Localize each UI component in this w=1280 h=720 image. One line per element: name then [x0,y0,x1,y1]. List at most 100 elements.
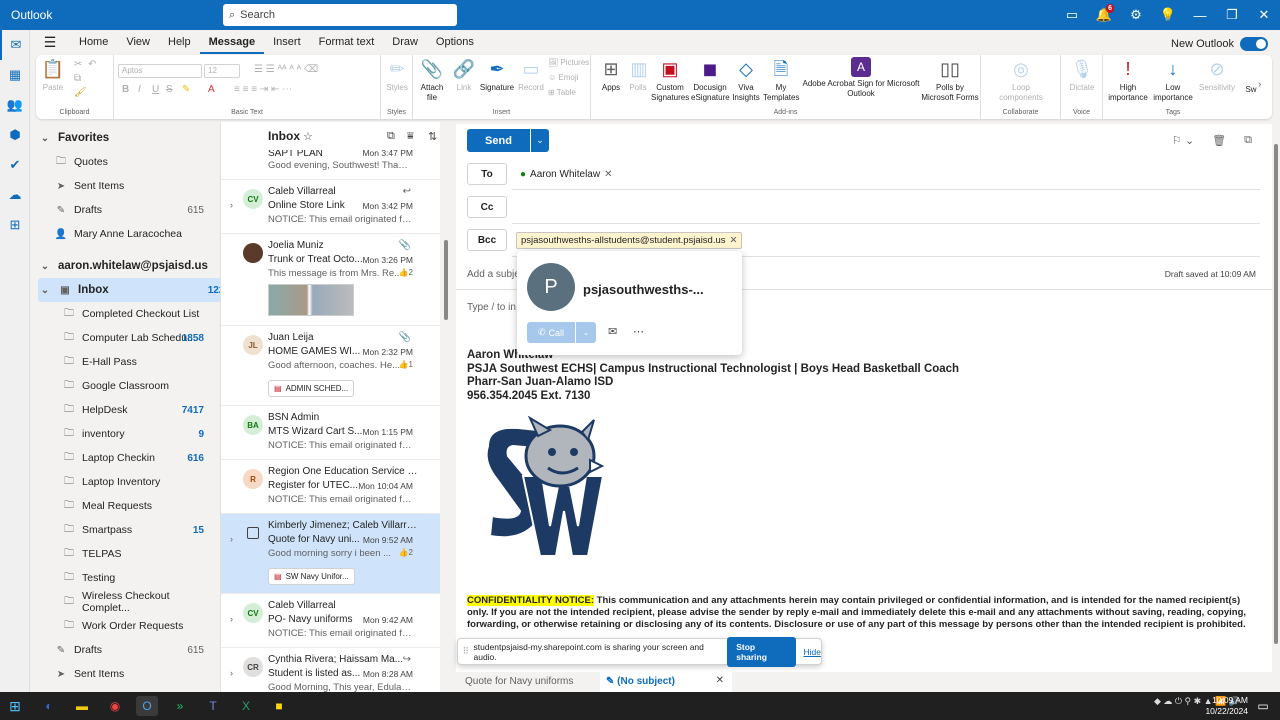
attachment-chip[interactable]: ▤ SW Navy Unifor... [268,568,355,585]
docusign-button[interactable]: ◼ Docusign eSignature [691,57,730,103]
cut-icon[interactable]: ✂ [74,59,82,70]
strikethrough-icon[interactable]: S [166,84,173,95]
search-box[interactable]: ⌕ Search [223,4,457,26]
folder-drafts-fav[interactable]: ✎ Drafts 615 [30,198,220,222]
bullets-icon[interactable]: ☰ ☰ ᴬᴬ ᴬ ᴬ ⌫ [254,64,318,75]
tab-no-subject[interactable]: ✎ (No subject) ✕ [600,672,732,692]
stop-sharing-button[interactable]: Stop sharing [727,636,796,667]
folder-inbox[interactable]: ⌄▣Inbox1226 [38,278,220,302]
folder-sent-items[interactable]: ➤ Sent Items [30,662,220,686]
message-list-item[interactable]: Joelia Muniz Trunk or Treat Octo... Mon 3:… [221,234,440,326]
subfolder-item[interactable]: 🗀 Work Order Requests [30,614,220,638]
underline-icon[interactable]: U [152,84,159,95]
apps-grid-icon[interactable]: ⊞ [0,210,30,240]
expand-chevron-icon[interactable]: › [230,200,233,210]
edge-browser-icon[interactable]: ◐ [38,696,60,716]
subfolder-item[interactable]: 🗀 HelpDesk 7417 [30,398,220,422]
message-list-item[interactable]: CV Caleb Villarreal PO- Navy uniforms Mon 9… [221,594,440,648]
select-icon[interactable]: ⧉ [387,130,395,143]
expand-chevron-icon[interactable]: › [230,668,233,678]
viva-insights-button[interactable]: ◇ Viva Insights [731,57,761,103]
font-name-box[interactable]: Aptos [118,64,202,78]
favorite-star-icon[interactable]: ☆ [303,130,313,143]
expand-chevron-icon[interactable]: › [230,534,233,544]
highlight-icon[interactable]: ✎ [182,84,190,95]
custom-signatures-button[interactable]: ▣ Custom Signatures [651,57,689,103]
bold-icon[interactable]: B [122,84,129,95]
adobe-sign-button[interactable]: A Adobe Acrobat Sign for Microsoft Outloo… [801,57,921,99]
bcc-recipient-chip[interactable]: psjasouthwesths-allstudents@student.psja… [516,232,743,249]
subfolder-item[interactable]: 🗀 Google Classroom [30,374,220,398]
loop-components-button[interactable]: ◎ Loop components [991,57,1051,103]
app-chevron-icon[interactable]: » [169,696,191,716]
font-color-icon[interactable]: A [208,84,215,95]
copy-icon[interactable]: ⧉ [74,73,81,84]
align-icons[interactable]: ≡ ≡ ≡ ⇥ ⇤ ⋯ [234,84,292,95]
message-list-scrollbar[interactable] [444,240,448,320]
onedrive-cloud-icon[interactable]: ☁ [0,180,30,210]
cc-button[interactable]: Cc [467,196,507,218]
styles-button[interactable]: ✏ Styles [384,57,410,93]
tab-insert[interactable]: Insert [264,30,310,54]
todo-check-icon[interactable]: ✔ [0,150,30,180]
sensitivity-button[interactable]: ⊘ Sensitivity [1197,57,1237,93]
send-options-chevron-icon[interactable]: ⌄ [531,129,549,152]
subfolder-item[interactable]: 🗀 TELPAS [30,542,220,566]
importance-icon[interactable]: ⚐ ⌄ [1172,134,1194,147]
subfolder-item[interactable]: 🗀 Wireless Checkout Complet... [30,590,220,614]
image-attachment-thumbnails[interactable] [268,284,354,316]
to-button[interactable]: To [467,163,507,185]
subfolder-item[interactable]: 🗀 Smartpass 15 [30,518,220,542]
tab-home[interactable]: Home [70,30,117,54]
select-checkbox[interactable] [247,527,259,539]
remove-recipient-icon[interactable]: ✕ [730,235,738,246]
subfolder-item[interactable]: 🗀 Laptop Inventory [30,470,220,494]
subfolder-item[interactable]: 🗀 Testing [30,566,220,590]
tab-help[interactable]: Help [159,30,200,54]
send-button[interactable]: Send [467,129,530,152]
tab-view[interactable]: View [117,30,159,54]
low-importance-button[interactable]: ↓ Low importance [1151,57,1195,103]
message-list-item[interactable]: R Region One Education Service Ce... Regis… [221,460,440,514]
filter-icon[interactable]: ⩸ [407,130,414,143]
dictate-button[interactable]: 🎙 Dictate [1067,57,1097,93]
hamburger-menu-icon[interactable]: ☰ [30,34,70,51]
subfolder-item[interactable]: 🗀 Computer Lab Schedu... 1858 [30,326,220,350]
message-list-item[interactable]: CV Caleb Villarreal Online Store Link Mon 3… [221,180,440,234]
teams-taskbar-icon[interactable]: T [202,696,224,716]
format-painter-icon[interactable]: 🖌 [74,87,87,98]
to-recipient-chip[interactable]: ● Aaron Whitelaw ✕ [516,166,616,183]
signature-button[interactable]: ✒ Signature [479,57,515,93]
ribbon-scroll-right-icon[interactable]: › [1258,79,1261,90]
paste-button[interactable]: 📋 Paste [40,57,66,93]
my-day-icon[interactable]: ▭ [1056,0,1088,30]
tips-lightbulb-icon[interactable]: 💡 [1152,0,1184,30]
subfolder-item[interactable]: 🗀 Laptop Checkin 616 [30,446,220,470]
tab-format-text[interactable]: Format text [310,30,384,54]
close-button[interactable]: ✕ [1248,0,1280,30]
subfolder-item[interactable]: 🗀 Completed Checkout List [30,302,220,326]
file-explorer-icon[interactable]: ▬ [71,696,93,716]
compose-scrollbar[interactable] [1272,124,1280,672]
pictures-button[interactable]: 🖼 Pictures [548,58,589,67]
font-size-box[interactable]: 12 [204,64,240,78]
subfolder-item[interactable]: 🗀 Meal Requests [30,494,220,518]
emoji-button[interactable]: ☺ Emoji [548,73,578,82]
undo-icon[interactable]: ↶ [88,59,96,70]
remove-recipient-icon[interactable]: ✕ [604,169,612,180]
attachment-chip[interactable]: ▤ ADMIN SCHED... [268,380,355,397]
message-list-item[interactable]: BA BSN Admin MTS Wizard Cart S... Mon 1:15 … [221,406,440,460]
call-button[interactable]: ✆ Call [527,322,575,343]
excel-icon[interactable]: X [235,696,257,716]
message-list-item[interactable]: JL Juan Leija HOME GAMES WI... Mon 2:32 PM G… [221,326,440,406]
call-options-chevron-icon[interactable]: ⌄ [576,322,596,343]
tab-quote-for-navy[interactable]: Quote for Navy uniforms [465,676,573,687]
windows-start-icon[interactable]: ⊞ [4,696,26,716]
new-outlook-toggle[interactable] [1240,37,1268,51]
table-button[interactable]: ⊞ Table [548,88,576,97]
restore-button[interactable]: ❐ [1216,0,1248,30]
chrome-icon[interactable]: ◉ [104,696,126,716]
subfolder-item[interactable]: 🗀 E-Hall Pass [30,350,220,374]
tab-draw[interactable]: Draw [383,30,427,54]
sort-icon[interactable]: ⇅ [428,130,437,143]
